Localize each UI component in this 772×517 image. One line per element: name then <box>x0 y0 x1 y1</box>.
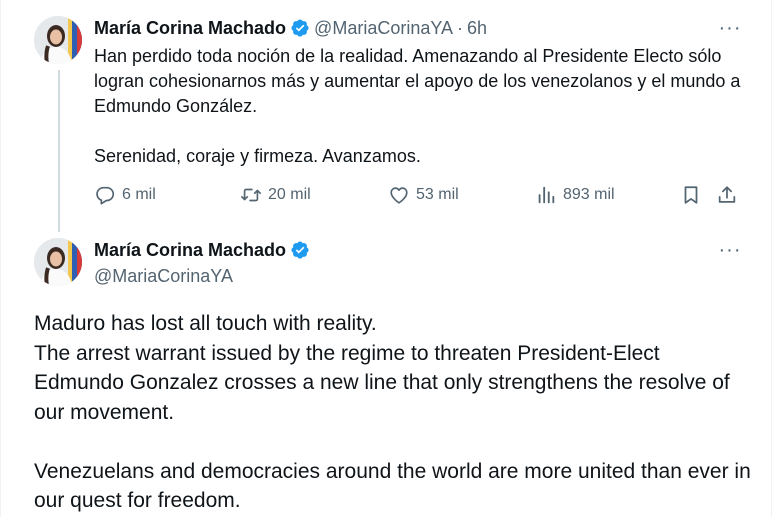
reply-icon <box>96 186 115 205</box>
bookmark-button[interactable] <box>680 184 708 206</box>
repost-count: 20 mil <box>268 186 311 203</box>
more-options-icon[interactable]: ··· <box>716 17 744 39</box>
tweet-paragraph: Maduro has lost all touch with reality. <box>34 312 377 335</box>
reply-tweet-header: María Corina Machado @MariaCorinaYA · 6h <box>94 16 487 40</box>
verified-badge-icon[interactable] <box>290 240 310 260</box>
repost-icon <box>241 188 261 202</box>
reply-tweet-text: Han perdido toda noción de la realidad. … <box>94 44 754 169</box>
main-tweet-text: Maduro has lost all touch with reality. … <box>34 309 754 516</box>
timestamp[interactable]: 6h <box>467 16 487 40</box>
verified-badge-icon[interactable] <box>290 18 310 38</box>
reply-count: 6 mil <box>122 186 156 203</box>
reply-button[interactable]: 6 mil <box>94 184 156 206</box>
avatar-image <box>34 16 82 64</box>
views-count: 893 mil <box>563 186 615 203</box>
like-count: 53 mil <box>416 186 459 203</box>
share-button[interactable] <box>716 184 744 206</box>
author-name[interactable]: María Corina Machado <box>94 16 286 40</box>
avatar-image <box>34 238 82 286</box>
views-icon <box>538 186 555 204</box>
main-tweet-author: María Corina Machado <box>94 238 314 262</box>
share-icon <box>718 186 736 203</box>
tweet-paragraph: Han perdido toda noción de la realidad. … <box>94 46 741 116</box>
tweet-thread: María Corina Machado @MariaCorinaYA · 6h… <box>0 0 772 517</box>
views-button[interactable]: 893 mil <box>535 184 615 206</box>
tweet-paragraph: Venezuelans and democracies around the w… <box>34 459 751 513</box>
thread-line <box>58 70 60 232</box>
avatar[interactable] <box>34 238 82 286</box>
separator-dot: · <box>457 18 464 38</box>
like-button[interactable]: 53 mil <box>388 184 459 206</box>
tweet-action-bar: 6 mil 20 mil 53 mil 893 mil <box>94 184 750 210</box>
author-name[interactable]: María Corina Machado <box>94 238 286 262</box>
author-handle[interactable]: @MariaCorinaYA <box>314 16 453 40</box>
bookmark-icon <box>684 186 698 204</box>
reply-context-tweet[interactable]: María Corina Machado @MariaCorinaYA · 6h… <box>1 0 772 232</box>
avatar[interactable] <box>34 16 82 64</box>
author-handle[interactable]: @MariaCorinaYA <box>94 264 233 288</box>
more-options-icon[interactable]: ··· <box>716 239 744 261</box>
like-icon <box>390 187 408 204</box>
tweet-paragraph: The arrest warrant issued by the regime … <box>34 341 730 424</box>
tweet-paragraph: Serenidad, coraje y firmeza. Avanzamos. <box>94 146 421 166</box>
repost-button[interactable]: 20 mil <box>240 184 311 206</box>
